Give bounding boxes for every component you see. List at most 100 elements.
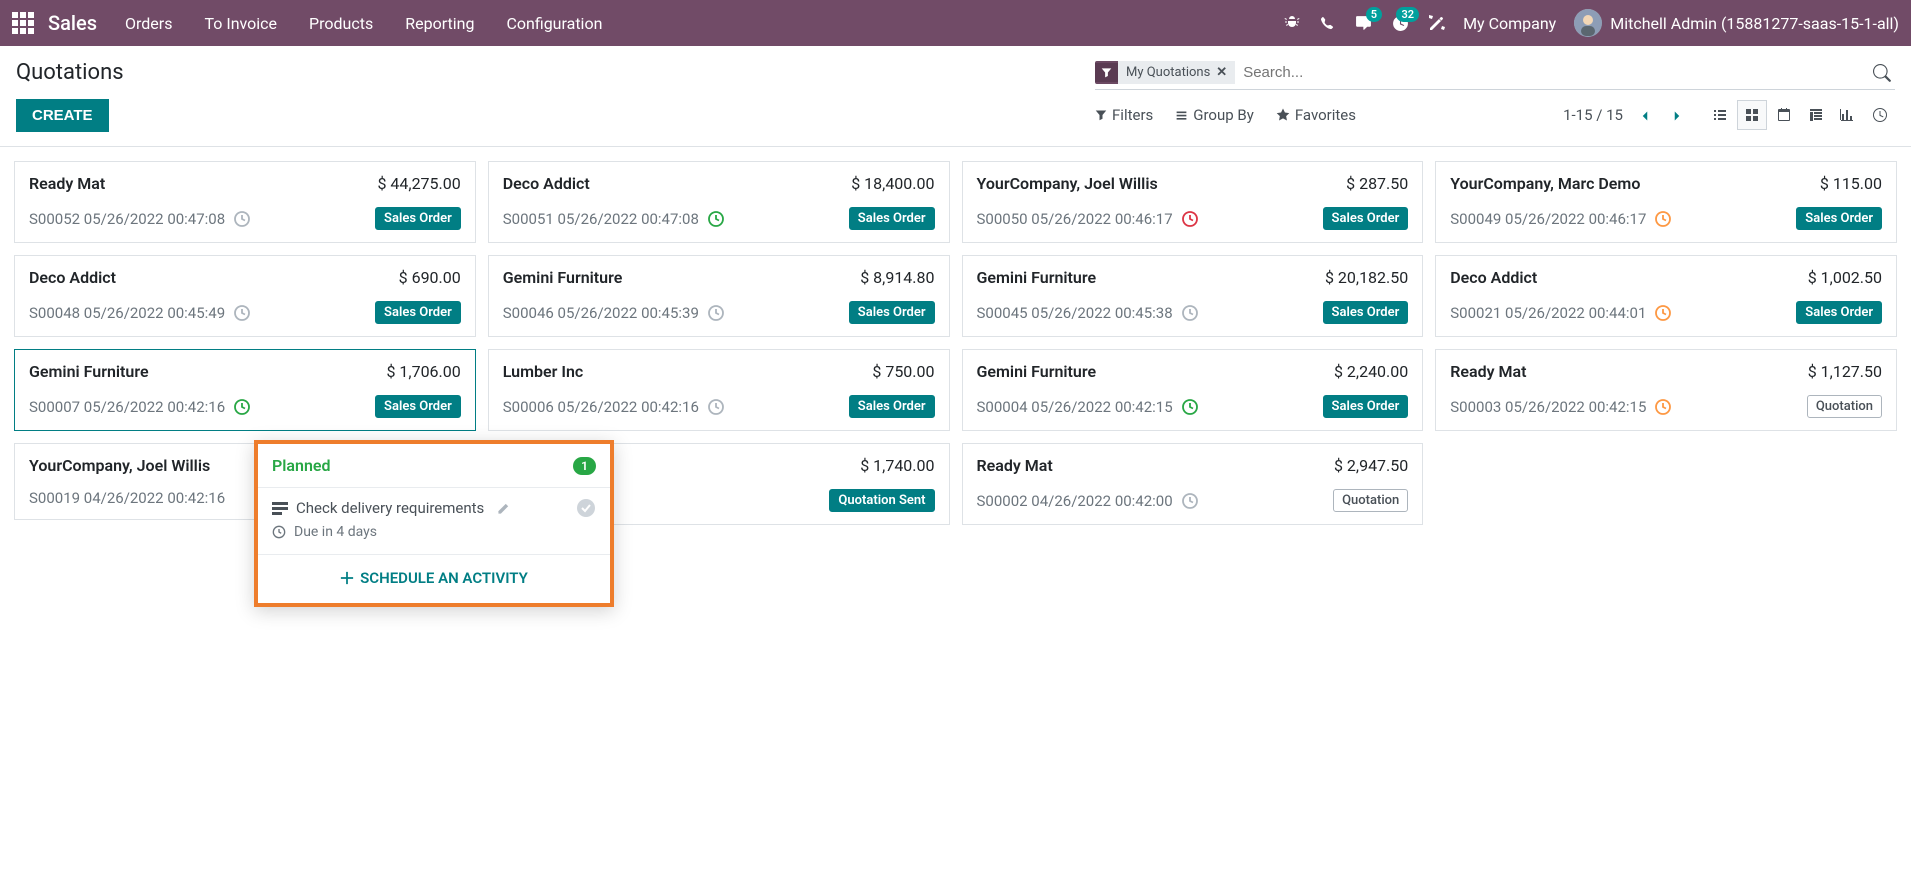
customer-name: Lumber Inc bbox=[503, 362, 583, 381]
view-graph[interactable] bbox=[1833, 100, 1863, 130]
kanban-card[interactable]: Deco Addict $ 18,400.00 S00051 05/26/202… bbox=[488, 161, 950, 243]
menu-orders[interactable]: Orders bbox=[125, 14, 172, 33]
view-activity[interactable] bbox=[1865, 100, 1895, 130]
toolbar: Filters Group By Favorites 1-15 / 15 bbox=[1095, 100, 1895, 130]
view-calendar[interactable] bbox=[1769, 100, 1799, 130]
customer-name: Deco Addict bbox=[1450, 268, 1537, 287]
activity-clock-icon[interactable] bbox=[1654, 304, 1672, 322]
schedule-activity-button[interactable]: SCHEDULE AN ACTIVITY bbox=[340, 569, 528, 587]
activity-clock-icon[interactable] bbox=[1181, 210, 1199, 228]
funnel-icon bbox=[1095, 63, 1118, 82]
create-button[interactable]: CREATE bbox=[16, 99, 109, 132]
state-badge: Quotation Sent bbox=[829, 489, 934, 512]
kanban-card[interactable]: Deco Addict $ 1,002.50 S00021 05/26/2022… bbox=[1435, 255, 1897, 337]
order-date: S00051 05/26/2022 00:47:08 bbox=[503, 210, 725, 228]
top-menu: Orders To Invoice Products Reporting Con… bbox=[125, 14, 602, 33]
menu-products[interactable]: Products bbox=[309, 14, 373, 33]
customer-name: Ready Mat bbox=[1450, 362, 1526, 381]
popover-count: 1 bbox=[573, 457, 596, 475]
activity-clock-icon[interactable] bbox=[707, 398, 725, 416]
control-panel: Quotations CREATE My Quotations ✕ bbox=[0, 46, 1911, 132]
kanban-card[interactable]: Lumber Inc $ 750.00 S00006 05/26/2022 00… bbox=[488, 349, 950, 431]
phone-icon[interactable] bbox=[1320, 15, 1335, 31]
state-badge: Sales Order bbox=[1323, 395, 1409, 418]
kanban-card[interactable]: Ready Mat $ 44,275.00 S00052 05/26/2022 … bbox=[14, 161, 476, 243]
activity-clock-icon[interactable] bbox=[233, 304, 251, 322]
kanban-card[interactable]: YourCompany, Joel Willis $ 287.50 S00050… bbox=[962, 161, 1424, 243]
activity-due: Due in 4 days bbox=[294, 524, 377, 540]
customer-name: Deco Addict bbox=[29, 268, 116, 287]
amount: $ 750.00 bbox=[872, 362, 934, 381]
order-date: S00048 05/26/2022 00:45:49 bbox=[29, 304, 251, 322]
kanban-card[interactable]: Gemini Furniture $ 2,240.00 S00004 05/26… bbox=[962, 349, 1424, 431]
state-badge: Quotation bbox=[1807, 395, 1882, 418]
order-date: S00003 05/26/2022 00:42:15 bbox=[1450, 398, 1672, 416]
customer-name: YourCompany, Marc Demo bbox=[1450, 174, 1640, 193]
kanban-card[interactable]: YourCompany, Marc Demo $ 115.00 S00049 0… bbox=[1435, 161, 1897, 243]
state-badge: Sales Order bbox=[849, 207, 935, 230]
amount: $ 1,740.00 bbox=[860, 456, 934, 475]
amount: $ 2,240.00 bbox=[1334, 362, 1408, 381]
customer-name: Gemini Furniture bbox=[503, 268, 623, 287]
amount: $ 2,947.50 bbox=[1334, 456, 1408, 475]
company-switcher[interactable]: My Company bbox=[1463, 14, 1556, 33]
activities-icon[interactable]: 32 bbox=[1392, 15, 1409, 32]
kanban-card[interactable]: Gemini Furniture $ 20,182.50 S00045 05/2… bbox=[962, 255, 1424, 337]
kanban-card[interactable]: Ready Mat $ 2,947.50 S00002 04/26/2022 0… bbox=[962, 443, 1424, 525]
pager-prev[interactable] bbox=[1635, 102, 1655, 128]
activity-clock-icon[interactable] bbox=[1181, 492, 1199, 510]
amount: $ 115.00 bbox=[1820, 174, 1882, 193]
view-list[interactable] bbox=[1705, 100, 1735, 130]
amount: $ 690.00 bbox=[399, 268, 461, 287]
activity-clock-icon[interactable] bbox=[707, 304, 725, 322]
state-badge: Sales Order bbox=[849, 395, 935, 418]
groupby-button[interactable]: Group By bbox=[1175, 106, 1254, 124]
search-icon[interactable] bbox=[1869, 64, 1895, 82]
pager: 1-15 / 15 bbox=[1563, 102, 1687, 128]
user-menu[interactable]: Mitchell Admin (15881277-saas-15-1-all) bbox=[1574, 9, 1899, 37]
apps-icon[interactable] bbox=[12, 12, 34, 34]
menu-configuration[interactable]: Configuration bbox=[506, 14, 602, 33]
kanban-card[interactable]: Ready Mat $ 1,127.50 S00003 05/26/2022 0… bbox=[1435, 349, 1897, 431]
view-switcher bbox=[1705, 100, 1895, 130]
amount: $ 1,706.00 bbox=[386, 362, 460, 381]
amount: $ 287.50 bbox=[1346, 174, 1408, 193]
activity-clock-icon[interactable] bbox=[233, 210, 251, 228]
mark-done-icon[interactable] bbox=[576, 498, 596, 518]
customer-name: Ready Mat bbox=[977, 456, 1053, 475]
pager-text[interactable]: 1-15 / 15 bbox=[1563, 106, 1623, 124]
order-date: S00049 05/26/2022 00:46:17 bbox=[1450, 210, 1672, 228]
remove-chip-button[interactable]: ✕ bbox=[1216, 65, 1227, 80]
favorites-button[interactable]: Favorites bbox=[1276, 106, 1356, 124]
edit-activity-icon[interactable] bbox=[496, 499, 509, 517]
menu-to-invoice[interactable]: To Invoice bbox=[204, 14, 277, 33]
activities-badge: 32 bbox=[1396, 7, 1419, 22]
view-kanban[interactable] bbox=[1737, 100, 1767, 130]
search-input[interactable] bbox=[1235, 60, 1869, 85]
pager-next[interactable] bbox=[1667, 102, 1687, 128]
activity-popover: Planned 1 Check delivery requirements Du… bbox=[254, 440, 614, 607]
search-bar: My Quotations ✕ bbox=[1095, 60, 1895, 90]
activity-clock-icon[interactable] bbox=[1654, 210, 1672, 228]
activity-type-icon bbox=[272, 499, 288, 517]
activity-clock-icon[interactable] bbox=[233, 398, 251, 416]
order-date: S00046 05/26/2022 00:45:39 bbox=[503, 304, 725, 322]
activity-clock-icon[interactable] bbox=[1181, 398, 1199, 416]
activity-clock-icon[interactable] bbox=[707, 210, 725, 228]
kanban-card[interactable]: Deco Addict $ 690.00 S00048 05/26/2022 0… bbox=[14, 255, 476, 337]
activity-clock-icon[interactable] bbox=[1654, 398, 1672, 416]
kanban-card[interactable]: Gemini Furniture $ 8,914.80 S00046 05/26… bbox=[488, 255, 950, 337]
menu-reporting[interactable]: Reporting bbox=[405, 14, 474, 33]
kanban-card[interactable]: Gemini Furniture $ 1,706.00 S00007 05/26… bbox=[14, 349, 476, 431]
filters-button[interactable]: Filters bbox=[1095, 106, 1153, 124]
systray: 5 32 bbox=[1284, 15, 1445, 32]
view-pivot[interactable] bbox=[1801, 100, 1831, 130]
brand[interactable]: Sales bbox=[48, 11, 97, 35]
discuss-icon[interactable]: 5 bbox=[1355, 15, 1372, 32]
amount: $ 1,127.50 bbox=[1808, 362, 1882, 381]
state-badge: Sales Order bbox=[375, 395, 461, 418]
filter-chip: My Quotations ✕ bbox=[1095, 61, 1235, 84]
bug-icon[interactable] bbox=[1284, 15, 1300, 31]
tools-icon[interactable] bbox=[1429, 15, 1445, 31]
activity-clock-icon[interactable] bbox=[1181, 304, 1199, 322]
